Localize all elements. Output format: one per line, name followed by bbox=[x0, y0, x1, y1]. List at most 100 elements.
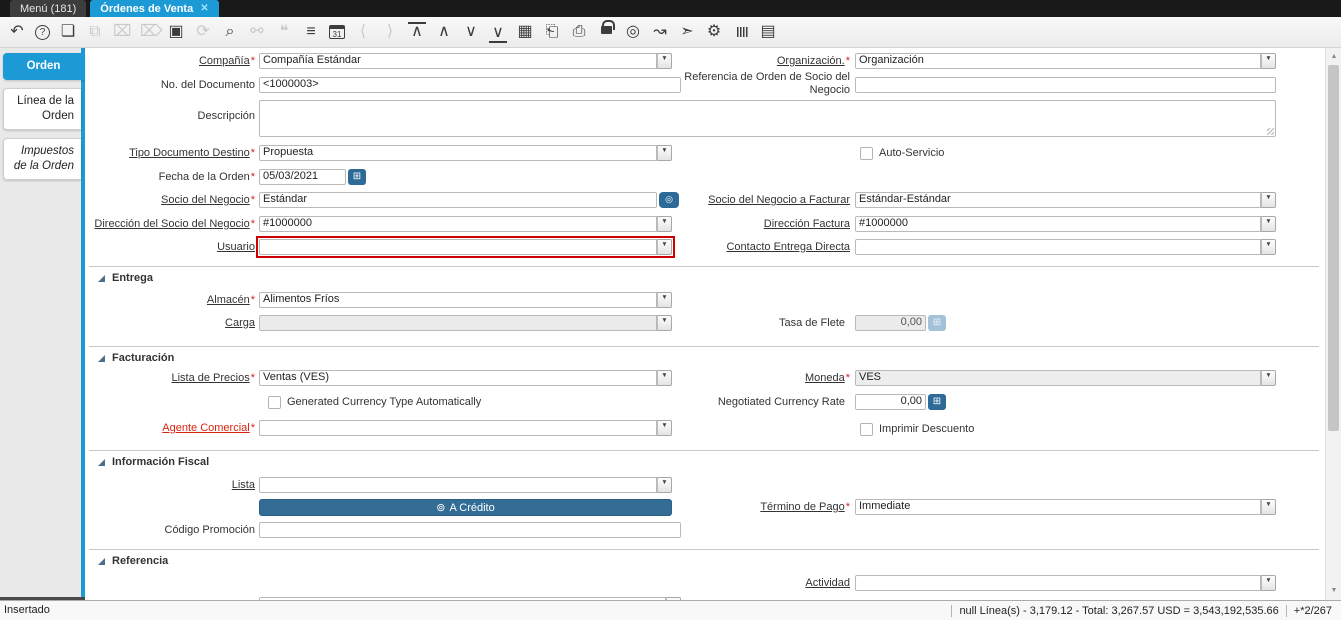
dropdown-arrow-icon[interactable] bbox=[1261, 192, 1276, 208]
almacen-select[interactable]: Alimentos Fríos bbox=[259, 292, 672, 308]
actividad-select[interactable] bbox=[855, 575, 1276, 591]
carga-label[interactable]: Carga bbox=[93, 315, 255, 331]
scrollbar-thumb[interactable] bbox=[1328, 65, 1339, 431]
window-report-icon[interactable]: ▤ bbox=[759, 19, 777, 45]
dropdown-arrow-icon[interactable] bbox=[657, 145, 672, 161]
scroll-up-icon[interactable]: ▲ bbox=[1326, 50, 1341, 64]
direccion-factura-value[interactable]: #1000000 bbox=[855, 216, 1261, 232]
archive-icon[interactable]: ⎗ bbox=[543, 19, 561, 45]
dropdown-arrow-icon[interactable] bbox=[657, 216, 672, 232]
usuario-label[interactable]: Usuario bbox=[93, 239, 255, 255]
compania-label[interactable]: Compañía* bbox=[93, 53, 255, 69]
dropdown-arrow-icon[interactable] bbox=[1261, 499, 1276, 515]
product-info-icon[interactable]: ≣ bbox=[728, 23, 754, 41]
compania-value[interactable]: Compañía Estándar bbox=[259, 53, 657, 69]
organizacion-label[interactable]: Organización.* bbox=[675, 53, 850, 69]
scroll-down-icon[interactable]: ▼ bbox=[1326, 584, 1341, 598]
dropdown-arrow-icon[interactable] bbox=[1261, 239, 1276, 255]
dropdown-arrow-icon[interactable] bbox=[657, 292, 672, 308]
no-documento-input[interactable]: <1000003> bbox=[259, 77, 681, 93]
descripcion-textarea[interactable] bbox=[259, 100, 1276, 137]
a-credito-button[interactable]: ⊚ A Crédito bbox=[259, 499, 672, 516]
dropdown-arrow-icon[interactable] bbox=[657, 477, 672, 493]
contacto-entrega-select[interactable] bbox=[855, 239, 1276, 255]
dropdown-arrow-icon[interactable] bbox=[657, 370, 672, 386]
collapse-icon[interactable] bbox=[98, 355, 105, 362]
imprimir-descuento-checkbox[interactable] bbox=[860, 423, 873, 436]
direccion-socio-select[interactable]: #1000000 bbox=[259, 216, 672, 232]
fecha-orden-input[interactable]: 05/03/2021 bbox=[259, 169, 346, 185]
codigo-promocion-input[interactable] bbox=[259, 522, 681, 538]
record-position[interactable]: +*2/267 bbox=[1286, 605, 1339, 617]
termino-pago-label[interactable]: Término de Pago* bbox=[675, 499, 850, 515]
preference-icon[interactable]: ⚙ bbox=[705, 19, 723, 45]
generated-currency-checkbox[interactable] bbox=[268, 396, 281, 409]
detail-record-icon[interactable]: ∨ bbox=[489, 21, 507, 43]
moneda-label[interactable]: Moneda* bbox=[675, 370, 850, 386]
section-info-fiscal-header[interactable]: Información Fiscal bbox=[98, 455, 209, 469]
direccion-factura-label[interactable]: Dirección Factura bbox=[675, 216, 850, 232]
lista-value[interactable] bbox=[259, 477, 657, 493]
section-entrega-header[interactable]: Entrega bbox=[98, 271, 153, 285]
dropdown-arrow-icon[interactable] bbox=[657, 420, 672, 436]
undo-icon[interactable]: ↶ bbox=[8, 19, 26, 45]
agente-comercial-label[interactable]: Agente Comercial* bbox=[93, 420, 255, 436]
sidebar-tab-impuestos-de-la-orden[interactable]: Impuestos de la Orden bbox=[3, 138, 81, 180]
workflow-icon[interactable]: ↝ bbox=[651, 19, 669, 45]
usuario-select[interactable] bbox=[259, 239, 672, 255]
usuario-value[interactable] bbox=[259, 239, 657, 255]
previous-record-icon[interactable]: ∧ bbox=[435, 19, 453, 45]
zoom-across-icon[interactable]: ◎ bbox=[624, 19, 642, 45]
dropdown-arrow-icon[interactable] bbox=[1261, 575, 1276, 591]
socio-facturar-label[interactable]: Socio del Negocio a Facturar bbox=[675, 192, 850, 208]
termino-pago-select[interactable]: Immediate bbox=[855, 499, 1276, 515]
sidebar-tab-orden[interactable]: Orden bbox=[3, 53, 85, 80]
tab-menu[interactable]: Menú (181) bbox=[10, 0, 86, 17]
actividad-label[interactable]: Actividad bbox=[675, 575, 850, 591]
collapse-icon[interactable] bbox=[98, 275, 105, 282]
save-icon[interactable]: ▣ bbox=[167, 19, 185, 45]
lock-icon[interactable] bbox=[597, 19, 615, 45]
collapse-icon[interactable] bbox=[98, 459, 105, 466]
lista-label[interactable]: Lista bbox=[93, 477, 255, 493]
socio-negocio-label[interactable]: Socio del Negocio* bbox=[93, 192, 255, 208]
parent-record-icon[interactable]: ∧ bbox=[408, 22, 426, 42]
agente-comercial-select[interactable] bbox=[259, 420, 672, 436]
agente-comercial-value[interactable] bbox=[259, 420, 657, 436]
lista-precios-value[interactable]: Ventas (VES) bbox=[259, 370, 657, 386]
print-icon[interactable]: ⎙ bbox=[570, 19, 588, 45]
tab-ordenes-de-venta[interactable]: Órdenes de Venta ✕ bbox=[90, 0, 218, 17]
actividad-value[interactable] bbox=[855, 575, 1261, 591]
sidebar-tab-linea-de-la-orden[interactable]: Línea de la Orden bbox=[3, 88, 81, 130]
almacen-label[interactable]: Almacén* bbox=[93, 292, 255, 308]
moneda-select[interactable]: VES bbox=[855, 370, 1276, 386]
almacen-value[interactable]: Alimentos Fríos bbox=[259, 292, 657, 308]
tipo-documento-value[interactable]: Propuesta bbox=[259, 145, 657, 161]
collapse-icon[interactable] bbox=[98, 558, 105, 565]
direccion-socio-value[interactable]: #1000000 bbox=[259, 216, 657, 232]
calculator-button[interactable]: ⊞ bbox=[928, 394, 946, 410]
lista-select[interactable] bbox=[259, 477, 672, 493]
section-facturacion-header[interactable]: Facturación bbox=[98, 351, 174, 365]
dropdown-arrow-icon[interactable] bbox=[1261, 53, 1276, 69]
find-icon[interactable]: ⌕ bbox=[221, 19, 239, 45]
report-icon[interactable]: ▦ bbox=[516, 19, 534, 45]
new-record-icon[interactable]: ❏ bbox=[59, 19, 77, 45]
contacto-entrega-label[interactable]: Contacto Entrega Directa bbox=[675, 239, 850, 255]
direccion-socio-label[interactable]: Dirección del Socio del Negocio* bbox=[93, 216, 255, 232]
organizacion-select[interactable]: Organización bbox=[855, 53, 1276, 69]
vertical-scrollbar[interactable]: ▲ ▼ bbox=[1325, 48, 1341, 600]
calendar-picker-button[interactable]: ⊞ bbox=[348, 169, 366, 185]
next-record-icon[interactable]: ∨ bbox=[462, 19, 480, 45]
grid-toggle-icon[interactable]: ≡ bbox=[302, 19, 320, 45]
direccion-factura-select[interactable]: #1000000 bbox=[855, 216, 1276, 232]
socio-facturar-value[interactable]: Estándar-Estándar bbox=[855, 192, 1261, 208]
send-mail-icon[interactable]: ➣ bbox=[678, 19, 696, 45]
negotiated-rate-input[interactable]: 0,00 bbox=[855, 394, 926, 410]
tipo-documento-label[interactable]: Tipo Documento Destino* bbox=[93, 145, 255, 161]
termino-pago-value[interactable]: Immediate bbox=[855, 499, 1261, 515]
section-referencia-header[interactable]: Referencia bbox=[98, 554, 168, 568]
calendar-icon[interactable]: 31 bbox=[329, 25, 345, 39]
dropdown-arrow-icon[interactable] bbox=[657, 53, 672, 69]
socio-negocio-input[interactable]: Estándar bbox=[259, 192, 657, 208]
